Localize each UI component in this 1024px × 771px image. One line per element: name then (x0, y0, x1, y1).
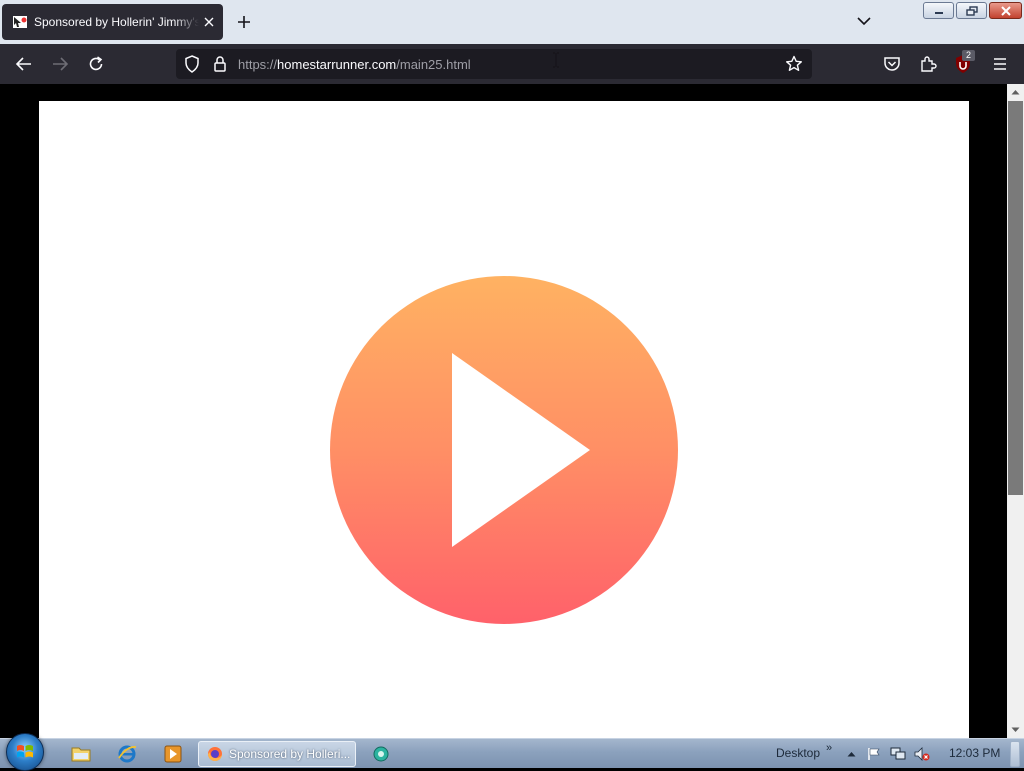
extensions-button[interactable] (918, 54, 938, 74)
pocket-icon (884, 57, 900, 71)
teal-app-icon (373, 746, 389, 762)
shield-icon[interactable] (182, 54, 202, 74)
list-all-tabs-button[interactable] (855, 12, 873, 30)
minimize-button[interactable] (923, 2, 954, 19)
close-window-button[interactable] (989, 2, 1022, 19)
text-cursor-icon (553, 52, 559, 68)
action-center-tray-icon[interactable] (866, 746, 882, 762)
back-button[interactable] (14, 54, 34, 74)
internet-explorer-taskbar-button[interactable] (116, 743, 138, 765)
lock-icon[interactable] (210, 54, 230, 74)
app-taskbar-button[interactable] (370, 743, 392, 765)
puzzle-icon (921, 56, 937, 72)
address-bar[interactable]: https://homestarrunner.com/main25.html (176, 49, 812, 79)
url-path: /main25.html (396, 57, 471, 72)
page-content (0, 84, 1007, 738)
site-favicon-icon (13, 16, 27, 28)
arrow-right-icon (53, 57, 69, 71)
minimize-icon (934, 11, 943, 14)
browser-tab-active[interactable]: Sponsored by Hollerin' Jimmy's (2, 4, 223, 40)
tab-close-icon[interactable] (201, 14, 217, 30)
extension-badge-count: 2 (962, 50, 975, 61)
close-icon (1000, 5, 1011, 16)
scroll-up-arrow-icon[interactable] (1007, 85, 1024, 99)
media-player-taskbar-button[interactable] (162, 743, 184, 765)
windows-logo-icon (17, 745, 33, 758)
window-controls (923, 2, 1022, 19)
tab-title: Sponsored by Hollerin' Jimmy's (34, 15, 199, 29)
firefox-taskbar-button[interactable]: Sponsored by Holleri... (198, 741, 356, 767)
plus-icon (238, 16, 250, 28)
toolbar-overflow-chevron[interactable]: » (826, 742, 832, 754)
network-icon (890, 747, 906, 760)
media-player-icon (164, 745, 182, 763)
speaker-muted-icon (914, 747, 930, 761)
flash-player-frame (39, 101, 969, 738)
reload-icon (89, 56, 103, 71)
play-button[interactable] (330, 276, 678, 624)
bookmark-star-icon[interactable] (784, 54, 804, 74)
url-text[interactable]: https://homestarrunner.com/main25.html (238, 57, 471, 72)
scroll-down-arrow-icon[interactable] (1007, 723, 1024, 737)
volume-tray-icon[interactable] (914, 746, 930, 762)
url-host: homestarrunner.com (277, 57, 397, 72)
internet-explorer-icon (118, 745, 137, 763)
reload-button[interactable] (86, 54, 106, 74)
restore-icon (965, 5, 978, 16)
flag-icon (868, 748, 880, 760)
vertical-scrollbar[interactable] (1007, 84, 1024, 738)
restore-button[interactable] (956, 2, 987, 19)
url-scheme: https:// (238, 57, 278, 72)
navigation-toolbar: https://homestarrunner.com/main25.html 2 (0, 44, 1024, 84)
chevron-down-icon (857, 17, 871, 26)
forward-button[interactable] (50, 54, 70, 74)
system-clock[interactable]: 12:03 PM (949, 746, 1000, 760)
pocket-button[interactable] (882, 54, 902, 74)
app-menu-button[interactable] (990, 54, 1010, 74)
arrow-left-icon (15, 57, 31, 71)
explorer-taskbar-button[interactable] (70, 743, 92, 765)
triangle-up-icon (847, 752, 855, 757)
play-icon (452, 353, 590, 547)
windows-taskbar: Sponsored by Holleri... Desktop » 12:03 … (0, 733, 1024, 771)
network-tray-icon[interactable] (890, 746, 906, 762)
show-hidden-icons-button[interactable] (843, 746, 859, 762)
scroll-thumb[interactable] (1008, 101, 1023, 495)
desktop-toolbar-label[interactable]: Desktop (776, 746, 820, 760)
new-tab-button[interactable] (234, 12, 254, 32)
tab-strip: Sponsored by Hollerin' Jimmy's (0, 0, 1024, 44)
show-desktop-button[interactable] (1010, 741, 1020, 767)
start-button[interactable] (6, 733, 44, 771)
firefox-icon (208, 747, 222, 761)
hamburger-menu-icon (994, 58, 1006, 70)
taskbar-task-label: Sponsored by Holleri... (229, 747, 351, 761)
folder-icon (71, 747, 91, 762)
